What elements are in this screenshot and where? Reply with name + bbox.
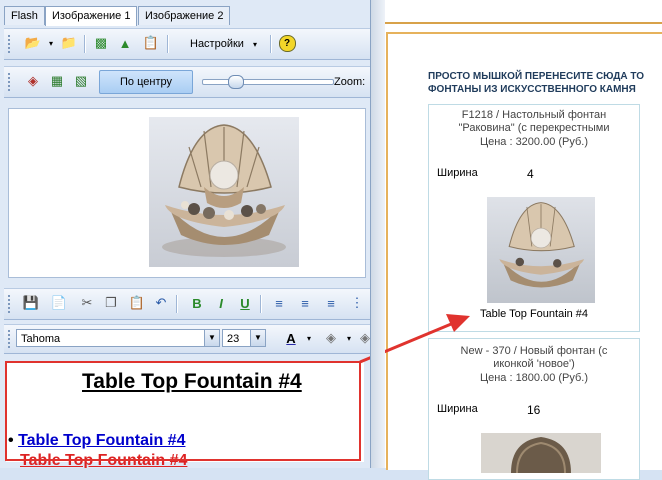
tab-image-1[interactable]: Изображение 1: [45, 6, 138, 26]
arrow-head: [446, 314, 470, 332]
tab-label: Изображение 1: [52, 10, 131, 22]
drag-arrow: [359, 314, 470, 364]
splitter[interactable]: [370, 0, 385, 468]
